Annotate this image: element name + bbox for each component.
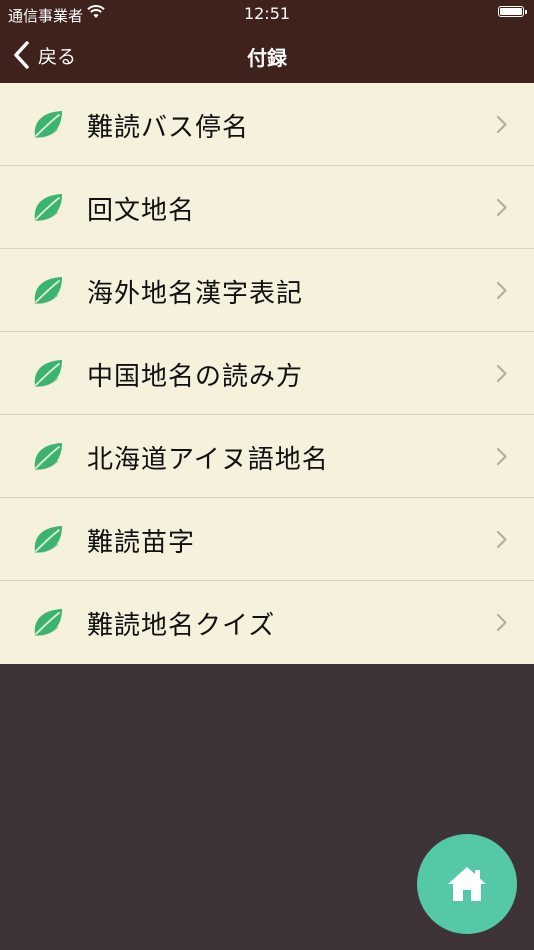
list-item[interactable]: 海外地名漢字表記 [0, 249, 534, 332]
chevron-right-icon [496, 613, 507, 632]
list-item-label: 海外地名漢字表記 [87, 279, 304, 309]
home-icon [448, 867, 486, 901]
leaf-icon [34, 194, 62, 221]
status-time: 12:51 [243, 4, 291, 23]
list-item[interactable]: 難読苗字 [0, 498, 534, 581]
list-item-label: 難読バス停名 [87, 113, 250, 143]
list-item[interactable]: 北海道アイヌ語地名 [0, 415, 534, 498]
list-item[interactable]: 中国地名の読み方 [0, 332, 534, 415]
chevron-right-icon [496, 198, 507, 217]
list-item-label: 回文地名 [87, 196, 196, 226]
chevron-right-icon [496, 530, 507, 549]
list-item-label: 難読苗字 [87, 528, 196, 558]
leaf-icon [34, 443, 62, 470]
status-bar: 通信事業者 12:51 [0, 0, 534, 28]
leaf-icon [34, 111, 62, 138]
leaf-icon [34, 360, 62, 387]
chevron-right-icon [496, 281, 507, 300]
page-title: 付録 [247, 46, 287, 70]
leaf-icon [34, 609, 62, 636]
list-item-label: 北海道アイヌ語地名 [87, 445, 329, 475]
battery-icon [498, 6, 527, 17]
list-item[interactable]: 難読バス停名 [0, 83, 534, 166]
list-item[interactable]: 難読地名クイズ [0, 581, 534, 664]
top-bar: 通信事業者 12:51 戻る 付録 [0, 0, 534, 83]
chevron-right-icon [496, 115, 507, 134]
list-item[interactable]: 回文地名 [0, 166, 534, 249]
navigation-bar: 戻る 付録 [0, 28, 534, 83]
chevron-right-icon [496, 447, 507, 466]
list-item-label: 難読地名クイズ [87, 611, 276, 641]
appendix-list: 難読バス停名 回文地名 海外地名漢字表記 中国地名の読み方 北海道アイヌ語地名 … [0, 83, 534, 664]
chevron-right-icon [496, 364, 507, 383]
leaf-icon [34, 526, 62, 553]
list-item-label: 中国地名の読み方 [87, 362, 304, 392]
leaf-icon [34, 277, 62, 304]
home-button[interactable] [417, 834, 517, 934]
